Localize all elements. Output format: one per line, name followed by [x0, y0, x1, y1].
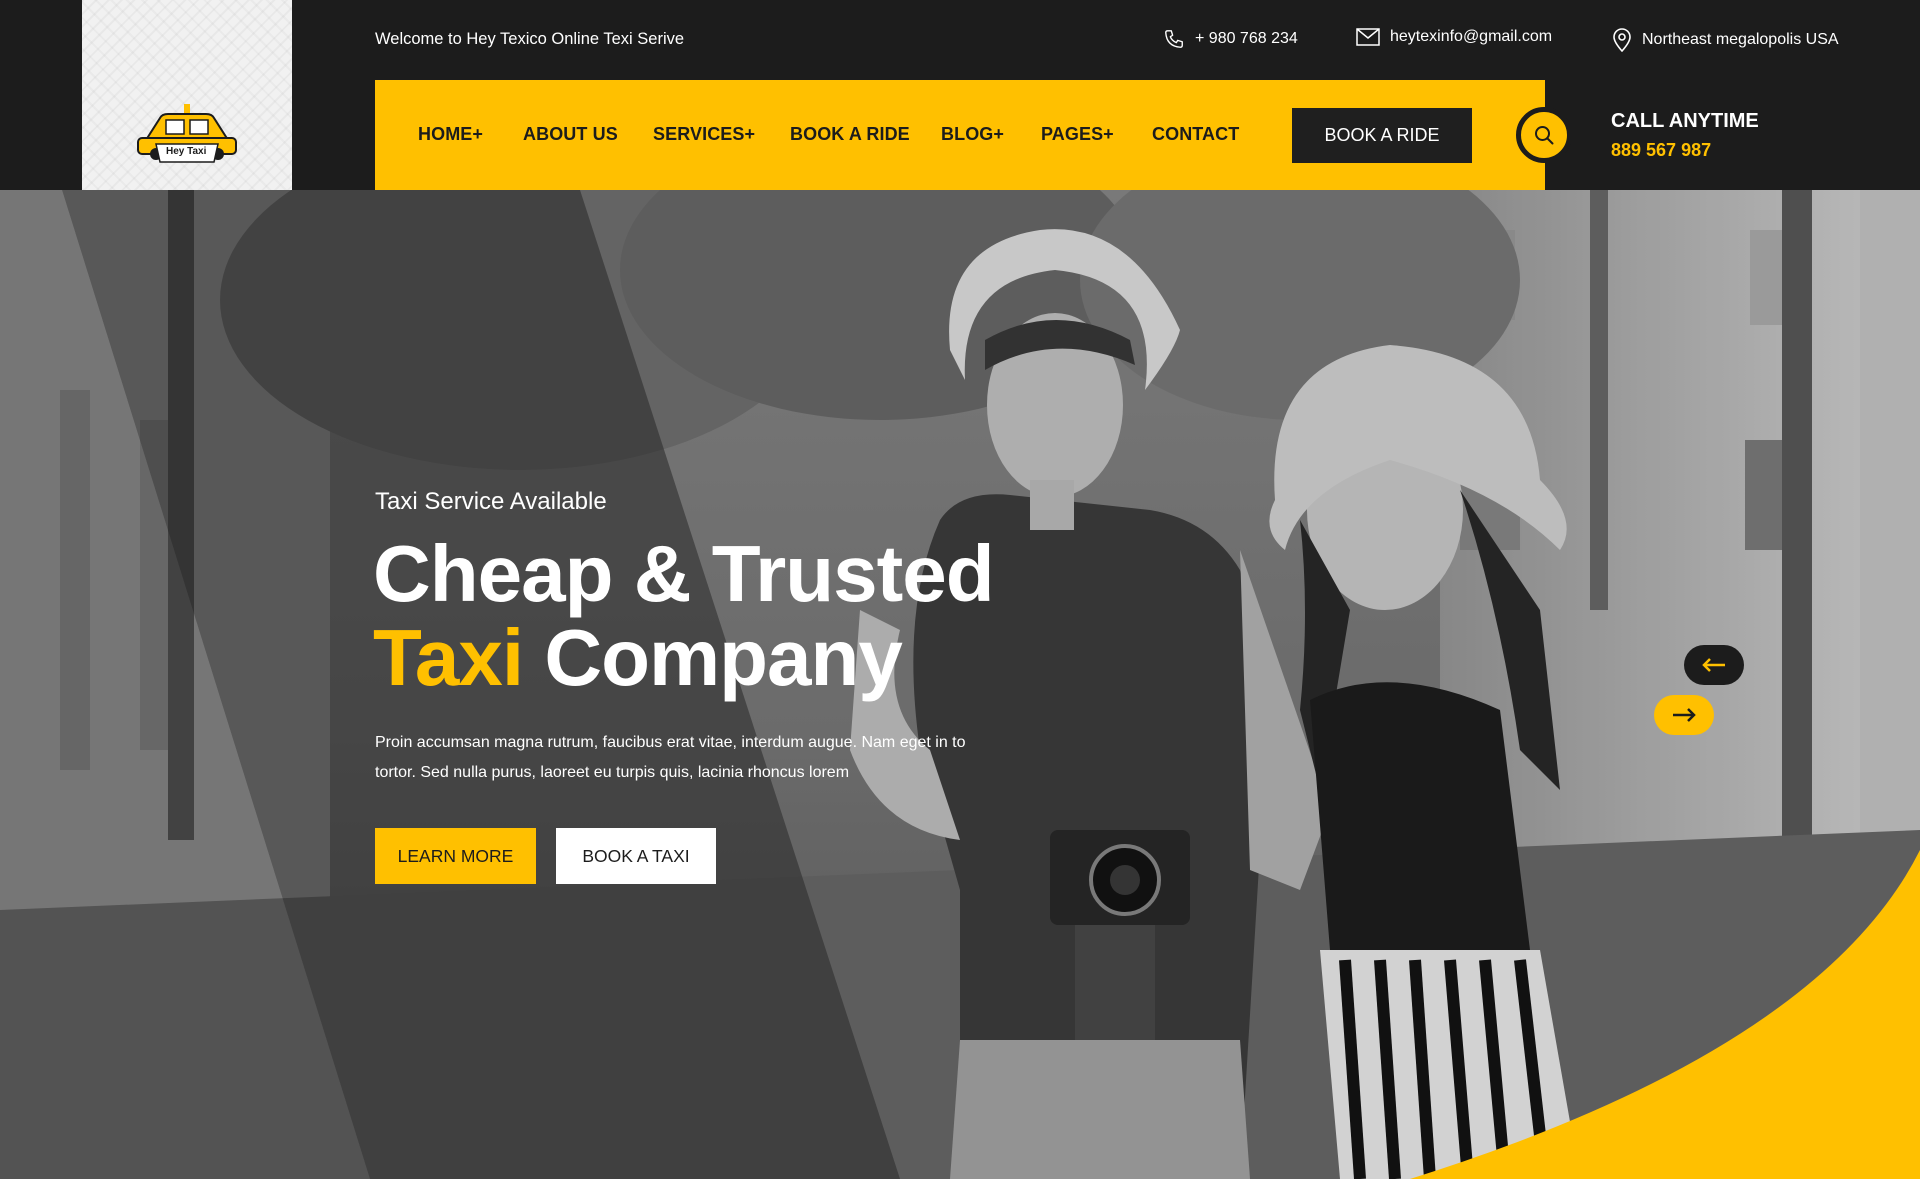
hero-headline-accent: Taxi	[373, 613, 524, 702]
nav-item-blog[interactable]: BLOG+	[941, 124, 1004, 145]
location-contact: Northeast megalopolis USA	[1612, 28, 1839, 52]
hero-headline-line2: Taxi Company	[373, 616, 994, 700]
location-text: Northeast megalopolis USA	[1642, 31, 1839, 48]
arrow-left-icon	[1702, 658, 1725, 672]
phone-icon	[1165, 30, 1183, 48]
email-address: heytexinfo@gmail.com	[1390, 28, 1553, 45]
nav-item-contact[interactable]: CONTACT	[1152, 124, 1239, 145]
slider-prev-button[interactable]	[1684, 645, 1744, 685]
book-taxi-button[interactable]: BOOK A TAXI	[556, 828, 716, 884]
hero-headline-rest: Company	[544, 613, 902, 702]
call-number[interactable]: 889 567 987	[1611, 140, 1711, 161]
email-contact[interactable]: heytexinfo@gmail.com	[1356, 28, 1552, 46]
book-ride-button[interactable]: BOOK A RIDE	[1292, 108, 1472, 163]
call-anytime-label: CALL ANYTIME	[1611, 110, 1759, 132]
main-nav: HOME+ ABOUT US SERVICES+ BOOK A RIDE BLO…	[375, 80, 1545, 190]
hero-description: Proin accumsan magna rutrum, faucibus er…	[375, 734, 966, 781]
site-header: Hey Taxi Welcome to Hey Texico Online Te…	[0, 0, 1920, 190]
nav-item-home[interactable]: HOME+	[418, 124, 483, 145]
phone-contact[interactable]: + 980 768 234	[1163, 28, 1298, 50]
welcome-text: Welcome to Hey Texico Online Texi Serive	[375, 30, 685, 48]
phone-number: + 980 768 234	[1195, 30, 1298, 47]
nav-item-pages[interactable]: PAGES+	[1041, 124, 1114, 145]
mail-icon	[1356, 28, 1380, 46]
learn-more-button[interactable]: LEARN MORE	[375, 828, 536, 884]
nav-item-about[interactable]: ABOUT US	[523, 124, 618, 145]
hero-headline-line1: Cheap & Trusted	[373, 529, 995, 618]
hero-headline: Cheap & Trusted Taxi Company	[373, 529, 995, 700]
hero-slider: Taxi Service Available Cheap & Trusted T…	[0, 190, 1920, 1179]
nav-item-services[interactable]: SERVICES+	[653, 124, 755, 145]
nav-item-book-ride[interactable]: BOOK A RIDE	[790, 124, 910, 145]
search-button[interactable]	[1516, 107, 1572, 163]
search-icon	[1535, 126, 1554, 145]
logo[interactable]: Hey Taxi	[82, 0, 292, 190]
hero-subtitle: Taxi Service Available	[375, 488, 607, 515]
slider-next-button[interactable]	[1654, 695, 1714, 735]
arrow-right-icon	[1673, 708, 1696, 722]
location-pin-icon	[1613, 28, 1631, 52]
logo-text: Hey Taxi	[166, 146, 207, 157]
